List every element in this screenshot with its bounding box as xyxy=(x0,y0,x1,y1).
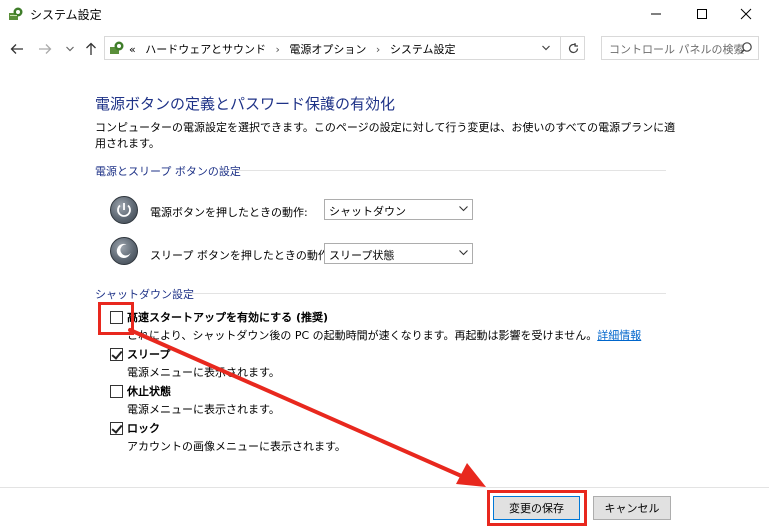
annotation-arrow-icon xyxy=(128,328,486,487)
